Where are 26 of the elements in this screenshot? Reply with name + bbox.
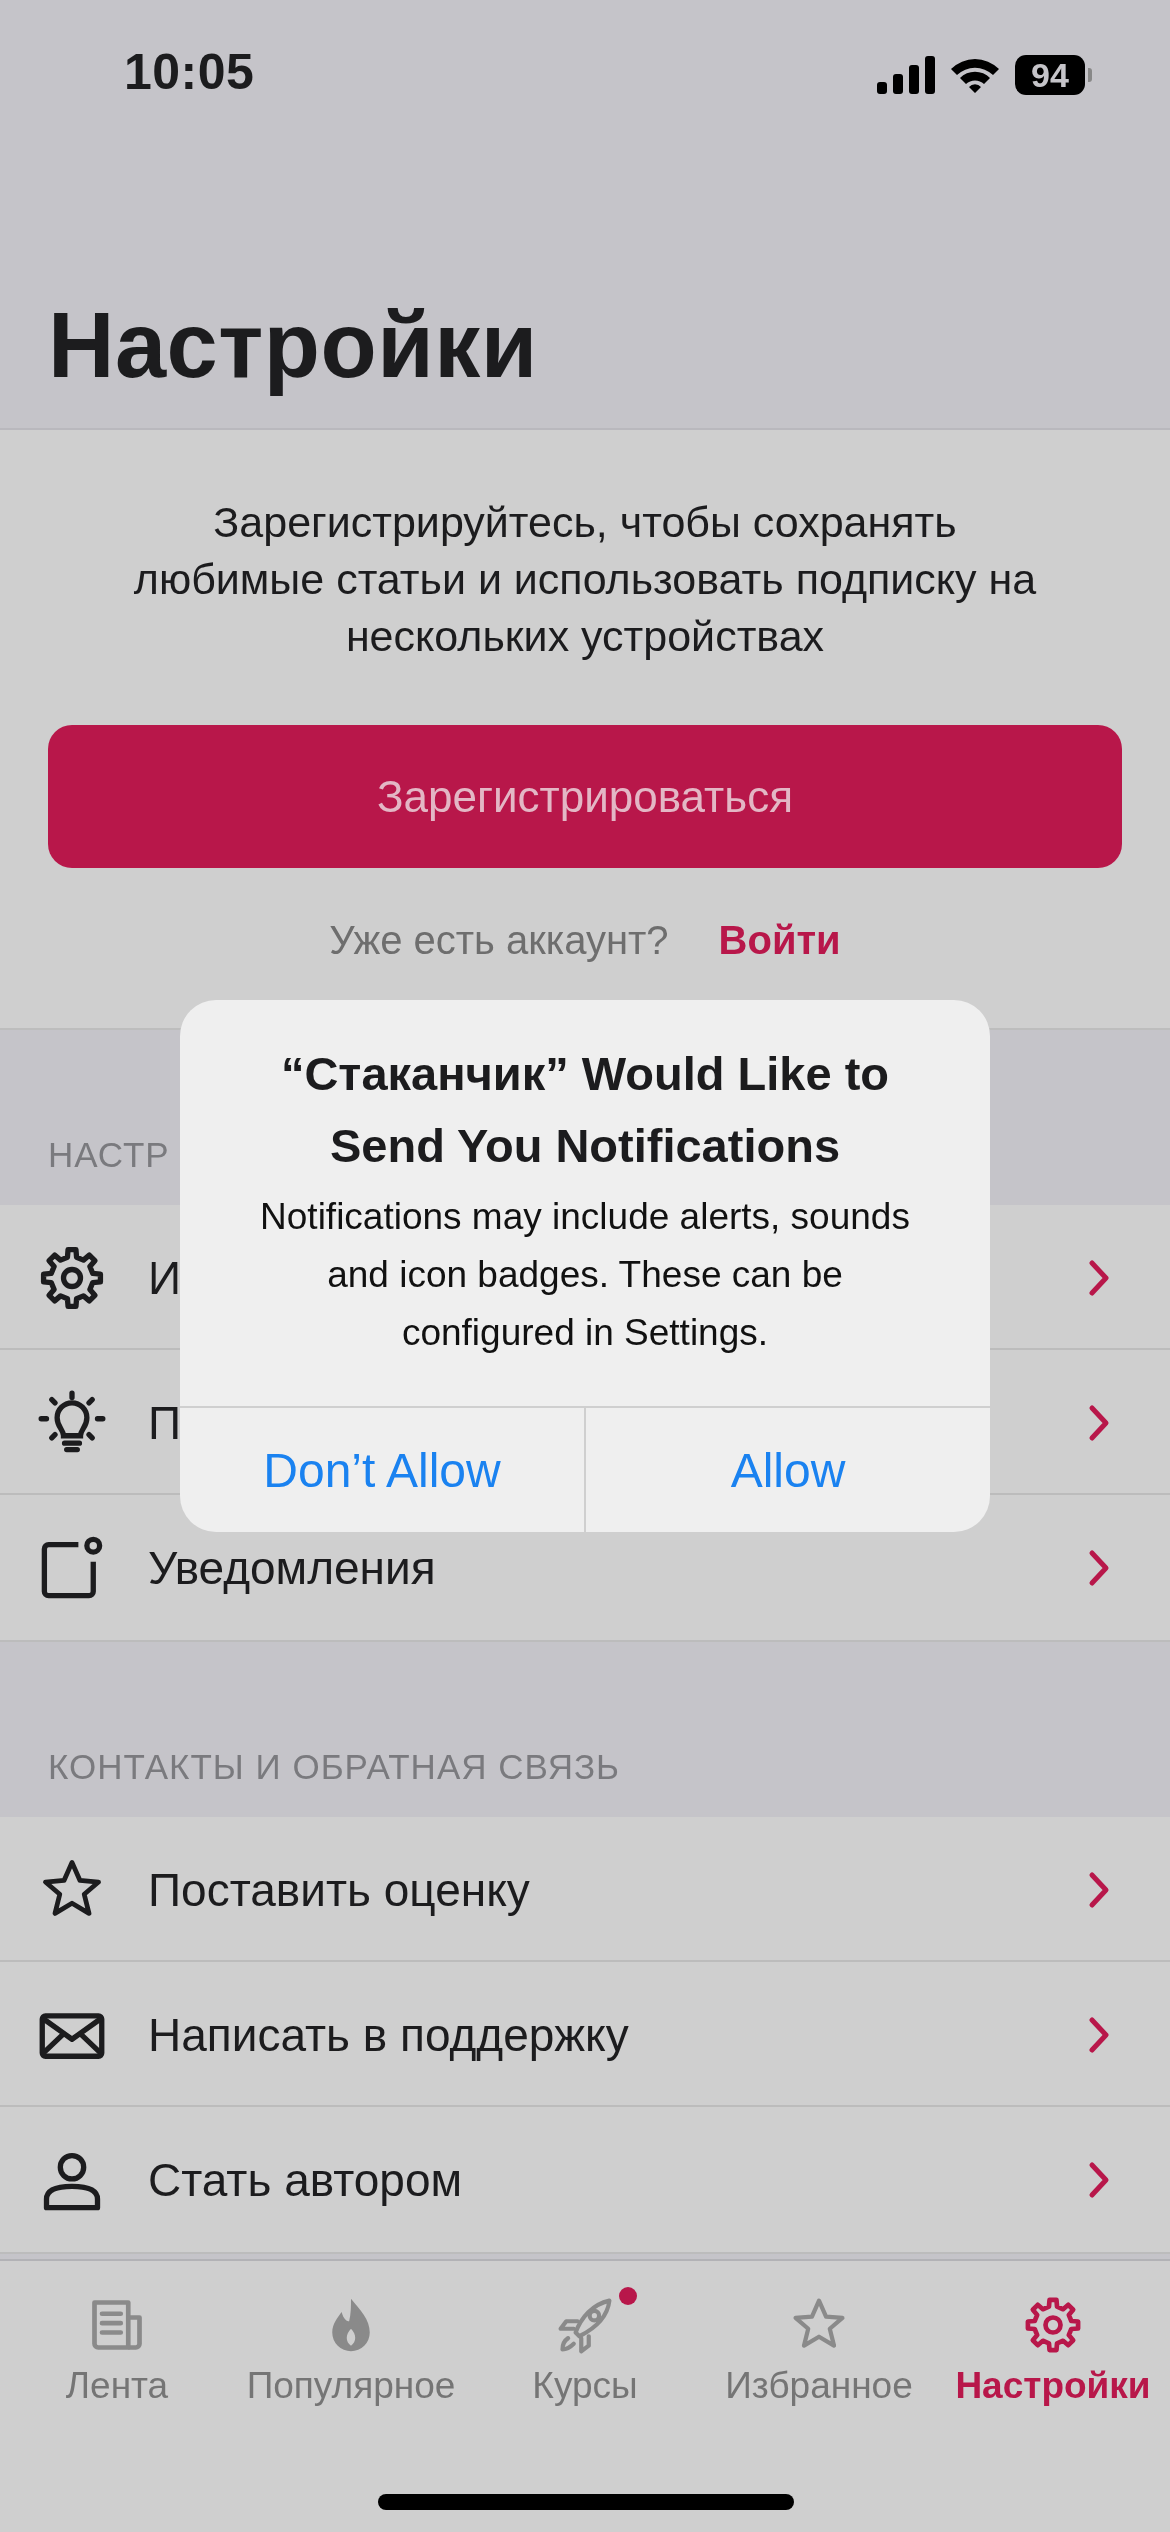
tab[interactable]: Избранное [702, 2283, 936, 2407]
page-title: Настройки [48, 292, 538, 398]
chevron-icon [1088, 2015, 1110, 2054]
wifi-icon [949, 56, 1001, 94]
tab[interactable]: Лента [0, 2283, 234, 2407]
chevron-icon [1088, 1258, 1110, 1297]
tab[interactable]: Популярное [234, 2283, 468, 2407]
clock-time: 10:05 [124, 43, 255, 102]
register-button[interactable]: Зарегистрироваться [48, 725, 1122, 868]
signal-icon [877, 56, 935, 94]
section-header: КОНТАКТЫ И ОБРАТНАЯ СВЯЗЬ [48, 1747, 621, 1787]
tab[interactable]: Настройки [936, 2283, 1170, 2407]
alert-button[interactable]: Allow [584, 1408, 990, 1532]
alert-title: “Стаканчик” Would Like to Send You Notifications [279, 1046, 891, 1174]
chevron-icon [1088, 1870, 1110, 1909]
chevron-icon [1088, 1548, 1110, 1587]
account-question: Уже есть аккаунт? [329, 918, 669, 963]
alert-button[interactable]: Don’t Allow [180, 1408, 584, 1532]
chevron-icon [1088, 1403, 1110, 1442]
login-link[interactable]: Войти [718, 918, 841, 963]
gear-icon [1023, 2295, 1083, 2355]
section-header: НАСТР [48, 1135, 170, 1175]
chevron-icon [1088, 2160, 1110, 2199]
alert-message: Notifications may include alerts, sounds and icon badges. These can be configured in Settings. [259, 1195, 911, 1355]
register-prompt: Зарегистрируйтесь, чтобы сохранять любимые статьи и использовать подписку на нескольких устройствах [132, 497, 1038, 662]
tab[interactable]: Курсы [468, 2283, 702, 2407]
